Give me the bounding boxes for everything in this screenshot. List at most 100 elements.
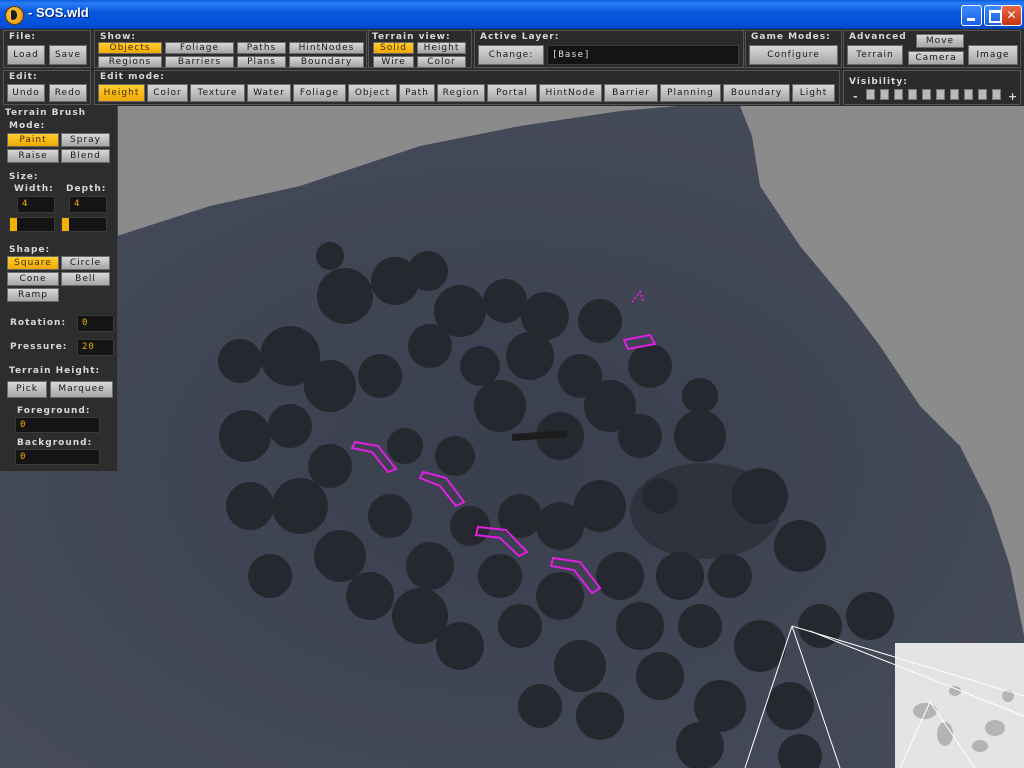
camera-button[interactable]: Camera <box>908 51 964 65</box>
terrain-viewport[interactable] <box>0 106 1024 768</box>
save-button[interactable]: Save <box>49 45 87 65</box>
brush-depth-slider-thumb[interactable] <box>62 218 69 231</box>
game-modes-panel: Game Modes: Configure <box>745 30 842 68</box>
mode-texture-button[interactable]: Texture <box>190 84 245 102</box>
show-barriers-button[interactable]: Barriers <box>165 56 234 68</box>
active-layer-panel: Active Layer: Change: [Base] <box>474 30 744 68</box>
marquee-button[interactable]: Marquee <box>50 381 113 398</box>
terrain-landmass <box>0 106 1024 768</box>
move-button[interactable]: Move <box>916 34 964 48</box>
shape-square-button[interactable]: Square <box>7 256 59 270</box>
brush-mode-label: Mode: <box>9 121 46 131</box>
show-label: Show: <box>100 32 136 42</box>
brush-depth-field[interactable]: 4 <box>69 196 107 213</box>
terrain-scene[interactable] <box>0 106 1024 768</box>
visibility-minus-button[interactable]: - <box>853 90 859 103</box>
visibility-cell[interactable] <box>894 89 903 100</box>
redo-button[interactable]: Redo <box>49 84 87 102</box>
terrain-height-label: Terrain Height: <box>9 366 101 376</box>
pick-button[interactable]: Pick <box>7 381 47 398</box>
brush-depth-slider[interactable] <box>61 217 107 232</box>
minimap[interactable] <box>895 643 1024 768</box>
close-icon[interactable]: ✕ <box>1001 5 1022 26</box>
visibility-cell[interactable] <box>992 89 1001 100</box>
mode-object-button[interactable]: Object <box>348 84 397 102</box>
minimize-icon[interactable] <box>961 5 982 26</box>
show-panel: Show: Objects Foliage Paths HintNodes Re… <box>94 30 367 68</box>
brush-width-slider[interactable] <box>9 217 55 232</box>
foreground-label: Foreground: <box>17 406 91 416</box>
active-layer-field[interactable]: [Base] <box>547 45 739 65</box>
edit-panel: Edit: Undo Redo <box>3 70 91 105</box>
brush-size-label: Size: <box>9 172 39 182</box>
shape-cone-button[interactable]: Cone <box>7 272 59 286</box>
terrain-height-button[interactable]: Height <box>417 42 466 54</box>
terrain-solid-button[interactable]: Solid <box>373 42 414 54</box>
undo-button[interactable]: Undo <box>7 84 45 102</box>
image-button[interactable]: Image <box>968 45 1018 65</box>
terrain-brush-panel: Terrain Brush Mode: Paint Spray Raise Bl… <box>0 106 118 471</box>
shape-ramp-button[interactable]: Ramp <box>7 288 59 302</box>
configure-button[interactable]: Configure <box>749 45 838 65</box>
advanced-panel: Advanced Terrain Move Camera Image <box>843 30 1021 68</box>
show-regions-button[interactable]: Regions <box>98 56 162 68</box>
show-boundary-button[interactable]: Boundary <box>289 56 364 68</box>
visibility-cell[interactable] <box>866 89 875 100</box>
brush-raise-button[interactable]: Raise <box>7 149 59 163</box>
visibility-cell[interactable] <box>908 89 917 100</box>
change-layer-button[interactable]: Change: <box>478 45 544 65</box>
mode-water-button[interactable]: Water <box>247 84 291 102</box>
mode-boundary-button[interactable]: Boundary <box>723 84 790 102</box>
brush-width-slider-thumb[interactable] <box>10 218 17 231</box>
visibility-plus-button[interactable]: + <box>1008 90 1018 103</box>
game-modes-label: Game Modes: <box>751 32 831 42</box>
mode-hintnode-button[interactable]: HintNode <box>539 84 602 102</box>
edit-label: Edit: <box>9 72 38 82</box>
mode-light-button[interactable]: Light <box>792 84 835 102</box>
brush-width-field[interactable]: 4 <box>17 196 55 213</box>
file-panel: File: Load Save <box>3 30 91 68</box>
rotation-field[interactable]: 0 <box>77 315 114 332</box>
shape-circle-button[interactable]: Circle <box>61 256 110 270</box>
show-plans-button[interactable]: Plans <box>237 56 286 68</box>
mode-portal-button[interactable]: Portal <box>487 84 537 102</box>
mode-foliage-button[interactable]: Foliage <box>293 84 346 102</box>
visibility-cell[interactable] <box>922 89 931 100</box>
edit-mode-panel: Edit mode: Height Color Texture Water Fo… <box>94 70 840 105</box>
visibility-cell[interactable] <box>950 89 959 100</box>
rotation-label: Rotation: <box>10 318 67 328</box>
shape-bell-button[interactable]: Bell <box>61 272 110 286</box>
advanced-label: Advanced <box>849 32 907 42</box>
brush-spray-button[interactable]: Spray <box>61 133 110 147</box>
background-label: Background: <box>17 438 93 448</box>
visibility-cell[interactable] <box>978 89 987 100</box>
terrain-view-panel: Terrain view: Solid Height Wire Color <box>368 30 472 68</box>
show-paths-button[interactable]: Paths <box>237 42 286 54</box>
show-hintnodes-button[interactable]: HintNodes <box>289 42 364 54</box>
load-button[interactable]: Load <box>7 45 45 65</box>
mode-planning-button[interactable]: Planning <box>660 84 721 102</box>
show-foliage-button[interactable]: Foliage <box>165 42 234 54</box>
mode-region-button[interactable]: Region <box>437 84 485 102</box>
background-field[interactable]: 0 <box>15 449 100 465</box>
active-layer-label: Active Layer: <box>480 32 560 42</box>
terrain-color-button[interactable]: Color <box>417 56 466 68</box>
terrain-button[interactable]: Terrain <box>847 45 903 65</box>
pressure-field[interactable]: 20 <box>77 339 114 356</box>
visibility-cell[interactable] <box>936 89 945 100</box>
show-objects-button[interactable]: Objects <box>98 42 162 54</box>
mode-color-button[interactable]: Color <box>147 84 188 102</box>
window-title: - SOS.wld <box>28 5 89 20</box>
mode-barrier-button[interactable]: Barrier <box>604 84 658 102</box>
mode-height-button[interactable]: Height <box>98 84 145 102</box>
brush-blend-button[interactable]: Blend <box>61 149 110 163</box>
brush-shape-label: Shape: <box>9 245 51 255</box>
mode-path-button[interactable]: Path <box>399 84 435 102</box>
brush-paint-button[interactable]: Paint <box>7 133 59 147</box>
foreground-field[interactable]: 0 <box>15 417 100 433</box>
visibility-cell[interactable] <box>964 89 973 100</box>
visibility-cell[interactable] <box>880 89 889 100</box>
pressure-label: Pressure: <box>10 342 68 352</box>
terrain-wire-button[interactable]: Wire <box>373 56 414 68</box>
brush-width-label: Width: <box>14 184 54 194</box>
